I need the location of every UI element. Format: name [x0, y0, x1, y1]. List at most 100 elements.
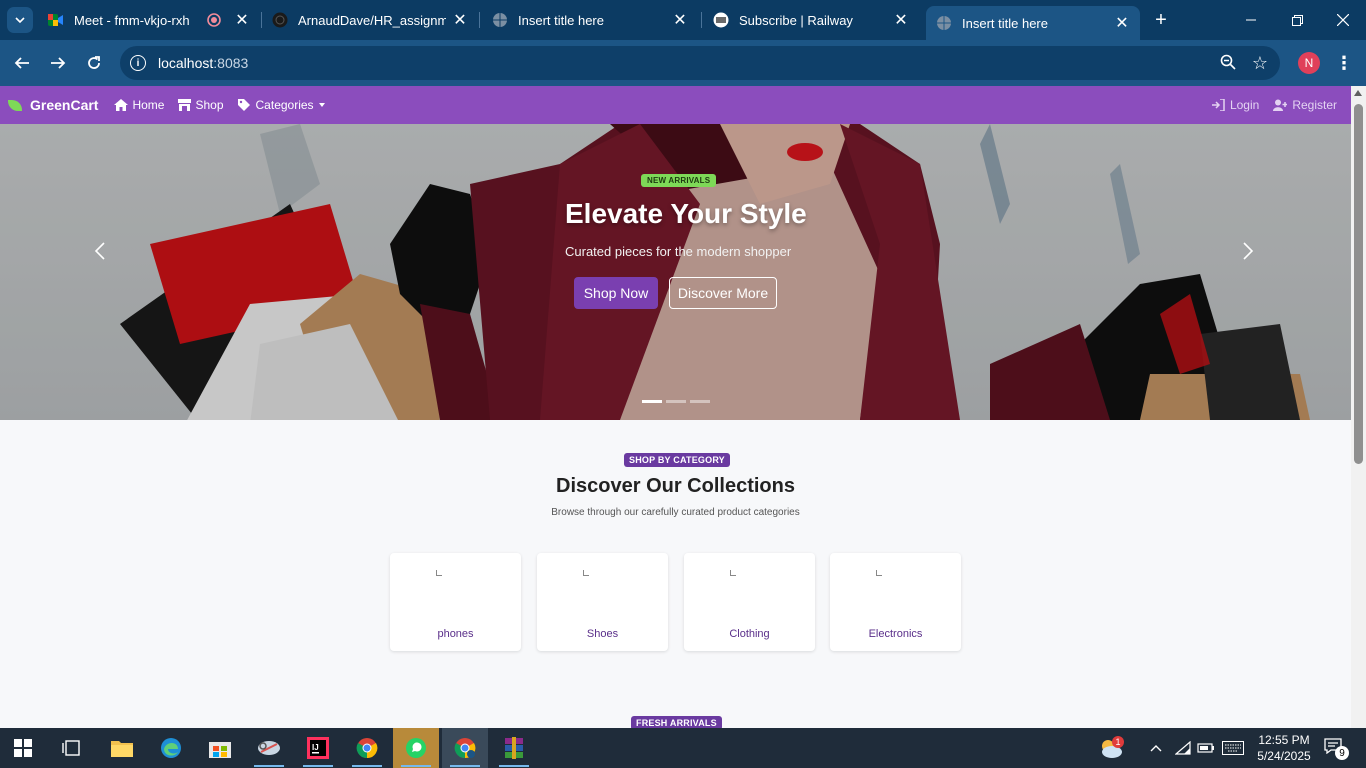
chevron-down-icon: [15, 17, 25, 24]
category-card[interactable]: Shoes: [537, 553, 668, 651]
hero-badge: NEW ARRIVALS: [641, 174, 717, 187]
weather-badge: 1: [1112, 736, 1124, 748]
restore-button[interactable]: [1274, 0, 1320, 40]
browser-tab[interactable]: Subscribe | Railway ✕: [703, 6, 919, 34]
back-button[interactable]: [10, 51, 34, 75]
tab-title: Meet - fmm-vkjo-rxh: [74, 12, 190, 28]
snipping-tool-icon: [258, 741, 280, 755]
keyboard-icon[interactable]: [1222, 728, 1244, 768]
scroll-up-icon[interactable]: [1354, 90, 1362, 96]
tab-title: ArnaudDave/HR_assignment: [298, 12, 446, 28]
tab-close-icon[interactable]: ✕: [234, 12, 250, 29]
taskbar-clock[interactable]: 12:55 PM 5/24/2025: [1254, 732, 1314, 764]
carousel-prev-icon[interactable]: [94, 240, 106, 268]
tab-separator: [479, 12, 480, 28]
tab-close-icon[interactable]: ✕: [452, 12, 468, 29]
google-meet-icon: [48, 12, 64, 28]
weather-widget[interactable]: 1: [1098, 728, 1124, 768]
show-hidden-icons-button[interactable]: [1150, 728, 1162, 768]
browser-tab[interactable]: Meet - fmm-vkjo-rxh ✕: [38, 6, 260, 34]
forward-button[interactable]: [46, 51, 70, 75]
tab-search-button[interactable]: [7, 7, 33, 33]
url-host: localhost: [158, 55, 214, 71]
browser-toolbar: i localhost:8083 ☆ N ⋮: [0, 40, 1366, 86]
nav-register[interactable]: Register: [1273, 98, 1337, 112]
github-icon: [272, 12, 288, 28]
nav-auth: Login Register: [1198, 86, 1351, 124]
site-info-icon[interactable]: i: [130, 55, 146, 71]
page-scrollbar[interactable]: [1351, 86, 1366, 728]
carousel-indicator[interactable]: [690, 400, 710, 403]
nav-login[interactable]: Login: [1211, 98, 1259, 112]
section-subtitle: Browse through our carefully curated pro…: [551, 507, 800, 518]
url-port: :8083: [213, 55, 249, 71]
address-bar[interactable]: i localhost:8083 ☆: [120, 46, 1280, 80]
hero-title: Elevate Your Style: [565, 198, 807, 229]
store-app-icon: [209, 742, 231, 758]
minimize-button[interactable]: [1228, 0, 1274, 40]
browser-tab-strip: Meet - fmm-vkjo-rxh ✕ ArnaudDave/HR_assi…: [0, 0, 1366, 40]
nav-home-label: Home: [132, 98, 165, 112]
task-view-button[interactable]: [48, 728, 94, 768]
browser-tab-active[interactable]: Insert title here ✕: [926, 6, 1140, 40]
globe-icon: [492, 12, 508, 28]
winrar-button[interactable]: [491, 728, 537, 768]
tab-close-icon[interactable]: ✕: [672, 12, 688, 29]
snipping-tool-button[interactable]: [246, 728, 292, 768]
brand-logo[interactable]: GreenCart: [8, 97, 98, 113]
chrome-profile-button[interactable]: [442, 728, 488, 768]
section-pill: FRESH ARRIVALS: [631, 716, 722, 728]
nav-home[interactable]: Home: [114, 98, 164, 112]
store-icon: [178, 99, 192, 111]
start-button[interactable]: [0, 728, 46, 768]
arrow-left-icon: [14, 57, 29, 69]
reload-button[interactable]: [82, 51, 106, 75]
category-card[interactable]: Electronics: [830, 553, 961, 651]
broken-image-icon: [876, 570, 882, 576]
store-button[interactable]: [197, 728, 243, 768]
tab-close-icon[interactable]: ✕: [893, 12, 909, 29]
section-title: Discover Our Collections: [556, 475, 795, 497]
carousel-indicator[interactable]: [642, 400, 662, 403]
intellij-button[interactable]: IJ: [295, 728, 341, 768]
browser-menu-icon[interactable]: ⋮: [1334, 51, 1354, 75]
category-card[interactable]: Clothing: [684, 553, 815, 651]
battery-icon[interactable]: [1197, 728, 1215, 768]
bookmark-star-icon[interactable]: ☆: [1252, 53, 1268, 74]
nav-shop-label: Shop: [195, 98, 224, 112]
file-explorer-button[interactable]: [99, 728, 145, 768]
carousel-next-icon[interactable]: [1242, 240, 1254, 268]
edge-button[interactable]: [148, 728, 194, 768]
nav-categories-dropdown[interactable]: Categories: [237, 98, 330, 112]
category-name: phones: [437, 628, 474, 640]
carousel-indicator[interactable]: [666, 400, 686, 403]
nav-categories-label: Categories: [255, 98, 314, 112]
nav-shop[interactable]: Shop: [178, 98, 224, 112]
category-card[interactable]: phones: [390, 553, 521, 651]
browser-tab[interactable]: Insert title here ✕: [482, 6, 698, 34]
zoom-icon[interactable]: [1220, 54, 1236, 75]
close-window-button[interactable]: [1320, 0, 1366, 40]
scrollbar-thumb[interactable]: [1354, 104, 1363, 464]
notification-center-button[interactable]: 9: [1324, 738, 1349, 760]
whatsapp-button[interactable]: [393, 728, 439, 768]
task-view-icon: [62, 740, 80, 756]
discover-more-button[interactable]: Discover More: [669, 277, 777, 309]
tab-close-icon[interactable]: ✕: [1114, 15, 1130, 32]
windows-taskbar: IJ 1 12:55 PM 5/24/2025 9: [0, 728, 1366, 768]
tab-title: Insert title here: [518, 12, 604, 28]
profile-avatar[interactable]: N: [1298, 52, 1320, 74]
browser-tab[interactable]: ArnaudDave/HR_assignment ✕: [262, 6, 478, 34]
login-icon: [1211, 99, 1225, 111]
network-icon[interactable]: [1175, 728, 1191, 768]
winrar-icon: [505, 737, 523, 759]
chrome-button[interactable]: [344, 728, 390, 768]
shop-now-button[interactable]: Shop Now: [574, 277, 658, 309]
clock-time: 12:55 PM: [1258, 733, 1310, 747]
clock-date: 5/24/2025: [1257, 749, 1311, 763]
url-text: localhost:8083: [158, 55, 248, 71]
minimize-icon: [1246, 19, 1256, 21]
intellij-icon: IJ: [307, 737, 329, 759]
leaf-icon: [8, 99, 22, 111]
new-tab-button[interactable]: +: [1150, 8, 1172, 32]
